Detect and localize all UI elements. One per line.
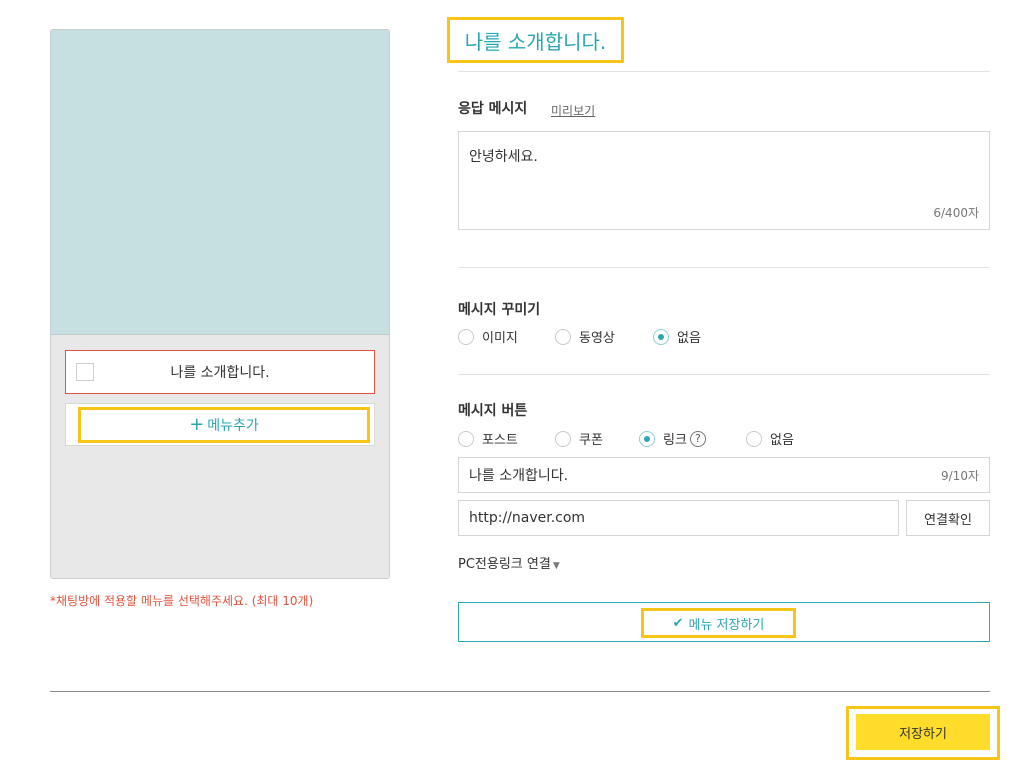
check-icon: ✔ <box>672 615 684 631</box>
plus-icon: + <box>189 414 205 435</box>
radio-circle[interactable] <box>555 430 571 447</box>
add-menu-button[interactable]: + 메뉴추가 <box>78 407 370 443</box>
decorate-radio-group: 이미지 동영상 없음 <box>458 327 701 346</box>
footer-divider <box>50 691 990 692</box>
decorate-message-label: 메시지 꾸미기 <box>458 302 541 318</box>
menu-item-checkbox[interactable] <box>76 363 94 381</box>
radio-button-none[interactable]: 없음 <box>746 429 794 448</box>
response-message-textarea[interactable]: 안녕하세요. 6/400자 <box>458 131 990 230</box>
button-name-value: 나를 소개합니다. <box>469 468 569 484</box>
chat-preview-panel: 나를 소개합니다. + 메뉴추가 <box>50 29 390 579</box>
divider <box>458 71 990 72</box>
button-name-counter: 9/10자 <box>941 468 979 483</box>
radio-button-post[interactable]: 포스트 <box>458 429 555 448</box>
response-message-text: 안녕하세요. <box>469 149 538 165</box>
link-url-input[interactable]: http://naver.com <box>458 500 899 536</box>
radio-circle[interactable] <box>458 328 474 345</box>
radio-circle[interactable] <box>555 328 571 345</box>
menu-limit-notice: *채팅방에 적용할 메뉴를 선택해주세요. (최대 10개) <box>50 594 314 608</box>
radio-circle-selected[interactable] <box>653 328 669 345</box>
radio-circle[interactable] <box>746 430 762 447</box>
save-menu-label: 메뉴 저장하기 <box>688 617 765 633</box>
menu-item-intro[interactable]: 나를 소개합니다. <box>65 350 375 394</box>
button-radio-group: 포스트 쿠폰 링크 ? 없음 <box>458 429 794 448</box>
response-char-counter: 6/400자 <box>933 206 979 220</box>
radio-decorate-video[interactable]: 동영상 <box>555 327 653 346</box>
divider <box>458 374 990 375</box>
chat-preview-screen <box>51 30 389 335</box>
triangle-down-icon: ▼ <box>552 561 560 571</box>
pc-link-label: PC전용링크 연결 <box>458 557 551 572</box>
message-button-label: 메시지 버튼 <box>458 403 528 419</box>
save-menu-button[interactable]: ✔ 메뉴 저장하기 <box>641 608 796 638</box>
save-menu-container: ✔ 메뉴 저장하기 <box>458 602 990 642</box>
help-icon[interactable]: ? <box>689 430 706 447</box>
save-button[interactable]: 저장하기 <box>856 714 990 750</box>
page-title: 나를 소개합니다. <box>464 29 607 54</box>
link-confirm-button[interactable]: 연결확인 <box>906 500 990 536</box>
radio-decorate-image[interactable]: 이미지 <box>458 327 555 346</box>
response-message-label: 응답 메시지 <box>458 101 528 117</box>
radio-circle[interactable] <box>458 430 474 447</box>
add-menu-container: + 메뉴추가 <box>65 403 375 446</box>
page-title-box: 나를 소개합니다. <box>447 17 624 63</box>
radio-button-link[interactable]: 링크 ? <box>639 429 746 448</box>
radio-button-coupon[interactable]: 쿠폰 <box>555 429 639 448</box>
add-menu-label: 메뉴추가 <box>207 418 259 434</box>
button-name-input[interactable]: 나를 소개합니다. 9/10자 <box>458 457 990 493</box>
menu-item-label: 나를 소개합니다. <box>170 365 270 381</box>
radio-decorate-none[interactable]: 없음 <box>653 327 701 346</box>
pc-link-toggle[interactable]: PC전용링크 연결 ▼ <box>458 553 560 572</box>
link-url-value: http://naver.com <box>469 510 586 526</box>
divider <box>458 267 990 268</box>
radio-circle-selected[interactable] <box>639 430 655 447</box>
preview-link[interactable]: 미리보기 <box>551 102 595 119</box>
